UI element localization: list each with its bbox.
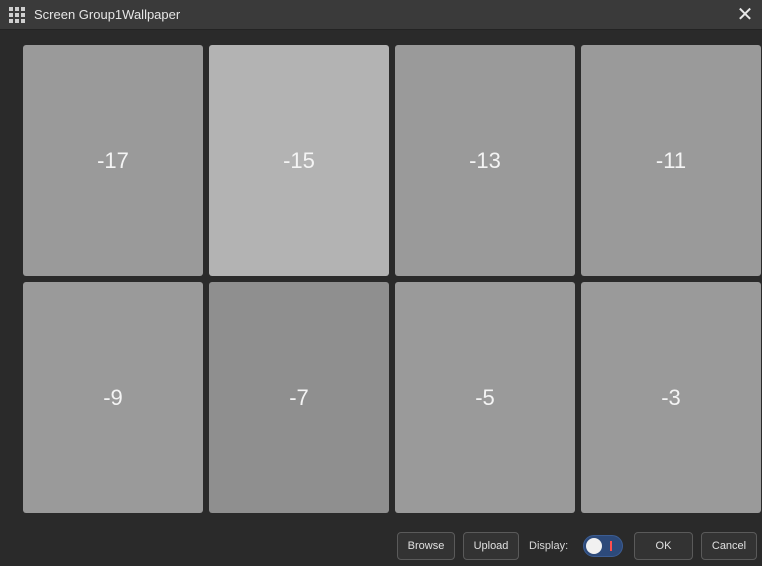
wallpaper-panel: -17 -15 -13 -11 -9 -7 -5 -3 <box>0 30 762 526</box>
browse-button[interactable]: Browse <box>397 532 455 560</box>
tile-label: -9 <box>103 384 123 410</box>
wallpaper-tile[interactable]: -5 <box>395 282 575 513</box>
wallpaper-grid: -17 -15 -13 -11 -9 -7 -5 -3 <box>23 45 761 513</box>
wallpaper-tile-selected[interactable]: -15 <box>209 45 389 276</box>
tile-label: -3 <box>661 384 681 410</box>
tile-label: -17 <box>97 147 129 173</box>
tile-label: -5 <box>475 384 495 410</box>
window-title: Screen Group1Wallpaper <box>34 7 181 22</box>
title-bar: Screen Group1Wallpaper ✕ <box>0 0 762 30</box>
display-label: Display: <box>529 540 569 552</box>
display-toggle[interactable] <box>583 535 623 557</box>
wallpaper-tile[interactable]: -7 <box>209 282 389 513</box>
ok-button[interactable]: OK <box>634 532 693 560</box>
dialog-footer: Browse Upload Display: OK Cancel <box>0 526 762 566</box>
tile-label: -7 <box>289 384 309 410</box>
close-icon[interactable]: ✕ <box>734 3 756 25</box>
tile-label: -15 <box>283 147 315 173</box>
wallpaper-tile[interactable]: -3 <box>581 282 761 513</box>
grid-icon <box>8 6 26 24</box>
cancel-button[interactable]: Cancel <box>701 532 757 560</box>
wallpaper-tile[interactable]: -17 <box>23 45 203 276</box>
wallpaper-tile[interactable]: -11 <box>581 45 761 276</box>
toggle-off-mark <box>610 541 612 551</box>
wallpaper-tile[interactable]: -9 <box>23 282 203 513</box>
wallpaper-tile[interactable]: -13 <box>395 45 575 276</box>
tile-label: -11 <box>655 147 687 173</box>
tile-label: -13 <box>469 147 501 173</box>
toggle-knob <box>586 538 602 554</box>
upload-button[interactable]: Upload <box>463 532 519 560</box>
